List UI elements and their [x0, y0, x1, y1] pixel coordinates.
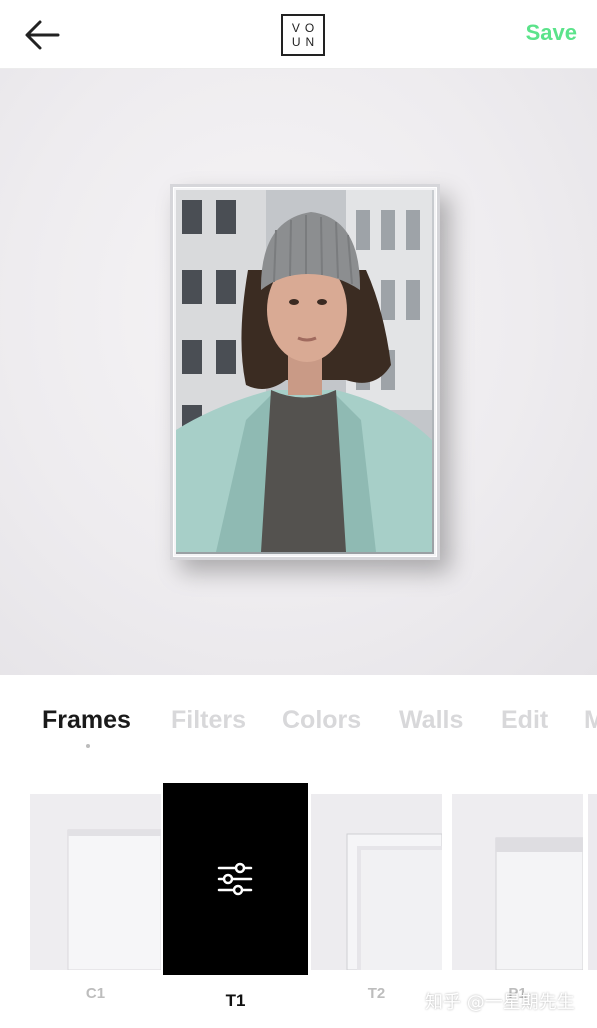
sliders-icon	[217, 862, 253, 896]
back-button[interactable]	[22, 18, 62, 52]
frame-p1-preview	[452, 794, 584, 971]
tab-walls[interactable]: Walls	[399, 706, 463, 735]
logo-row-2: UN	[291, 35, 320, 49]
frame-label-t2: T2	[367, 985, 386, 1002]
app-logo: VO UN	[281, 14, 325, 56]
frame-option-t2[interactable]	[311, 794, 443, 971]
frame-option-p1[interactable]	[452, 794, 584, 971]
tab-colors[interactable]: Colors	[282, 706, 361, 735]
logo-row-1: VO	[291, 21, 320, 35]
frame-option-t1[interactable]	[163, 783, 308, 975]
framed-photo[interactable]	[170, 184, 440, 560]
frame-t2-preview	[311, 794, 443, 971]
save-button[interactable]: Save	[526, 20, 577, 46]
frame-option-c1[interactable]	[30, 794, 162, 971]
tab-more[interactable]: M	[584, 706, 597, 735]
photo-image	[176, 190, 434, 554]
tab-filters[interactable]: Filters	[171, 706, 246, 735]
top-bar: VO UN Save	[0, 0, 597, 69]
active-tab-indicator	[86, 744, 90, 748]
frame-c1-preview	[30, 794, 162, 971]
frame-option-next[interactable]	[588, 794, 597, 970]
watermark-text: 知乎 @一星期先生	[425, 992, 575, 1013]
editor-tabs: Frames Filters Colors Walls Edit M	[0, 676, 597, 774]
frame-label-t1: T1	[225, 991, 246, 1010]
tab-edit[interactable]: Edit	[501, 706, 548, 735]
frame-label-c1: C1	[85, 985, 106, 1002]
arrow-left-icon	[25, 20, 60, 50]
wall-preview	[0, 69, 597, 675]
tab-frames[interactable]: Frames	[42, 706, 131, 735]
